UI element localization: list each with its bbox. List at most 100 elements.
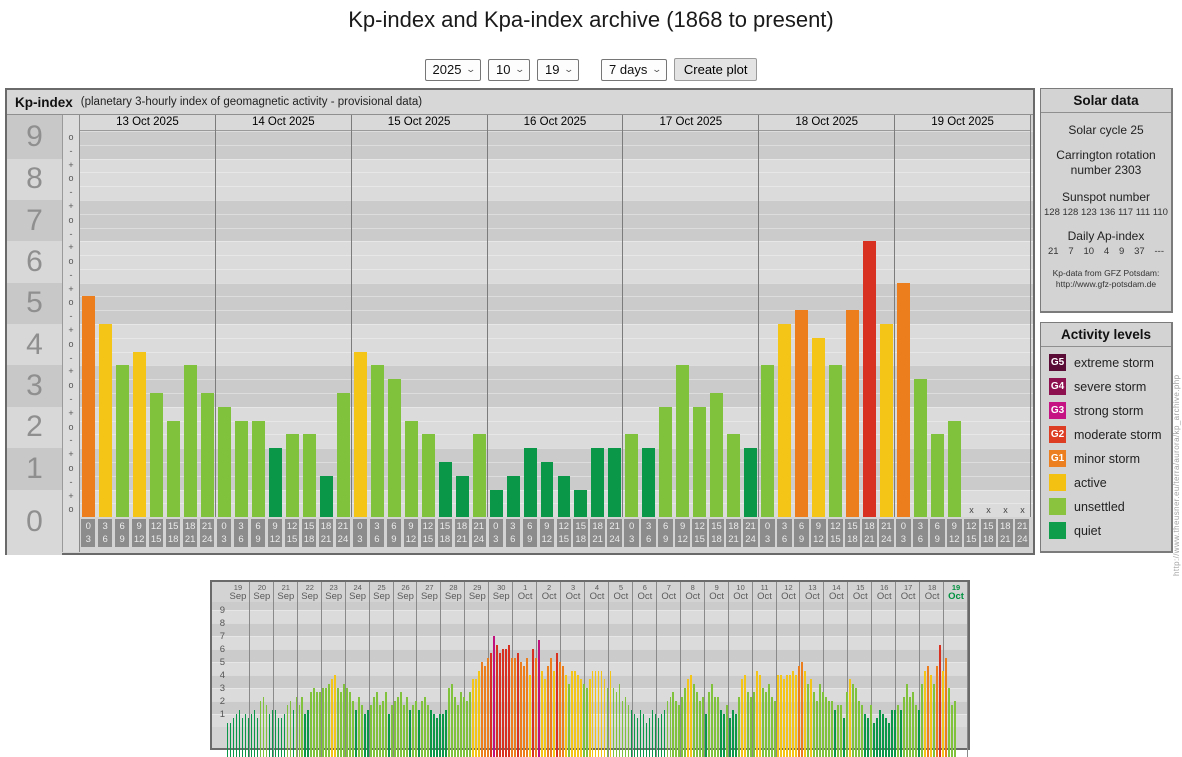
hour-slot-label: 36 xyxy=(98,519,112,547)
mini-kp-bar xyxy=(897,705,899,757)
mini-kp-bar xyxy=(705,714,707,757)
mini-date-label: 9Oct xyxy=(705,584,729,602)
kp-bar xyxy=(116,365,129,517)
kp-bar xyxy=(846,310,859,517)
mini-kp-bar xyxy=(568,684,570,757)
kp-bar xyxy=(99,324,112,517)
mini-date-label: 28Sep xyxy=(441,584,465,602)
mini-date-label: 16Oct xyxy=(872,584,896,602)
date-label: 19 Oct 2025 xyxy=(895,115,1030,131)
mini-kp-bar xyxy=(843,718,845,757)
mini-date-label: 17Oct xyxy=(896,584,920,602)
y-axis-label: 5 xyxy=(7,283,62,324)
year-select[interactable]: 2025 ⌄ xyxy=(425,59,481,81)
create-plot-button[interactable]: Create plot xyxy=(674,58,758,81)
solar-data-title: Solar data xyxy=(1041,89,1171,113)
mini-date-label: 27Sep xyxy=(417,584,441,602)
mini-kp-bar xyxy=(281,718,283,757)
mini-kp-bar xyxy=(604,679,606,757)
watermark-url: http://www.theusner.eu/terra/aurora/kp_a… xyxy=(1172,325,1181,625)
kp-y-axis-subticks: o-+o-+o-+o-+o-+o-+o-+o-+o-+o xyxy=(62,115,80,552)
legend-label: moderate storm xyxy=(1074,428,1162,442)
kp-bar xyxy=(812,338,825,517)
mini-kp-bar xyxy=(882,714,884,757)
y-axis-subtick: o xyxy=(63,379,79,393)
month-select-value: 10 xyxy=(496,62,510,77)
mini-kp-bar xyxy=(753,692,755,757)
mini-date-label: 2Oct xyxy=(537,584,561,602)
mini-kp-bar xyxy=(951,705,953,757)
mini-kp-bar xyxy=(523,666,525,757)
y-axis-label: 0 xyxy=(7,490,62,556)
legend-row: unsettled xyxy=(1049,498,1171,515)
kp-bar xyxy=(320,476,333,517)
kp-bar xyxy=(659,407,672,517)
mini-date-label: 10Oct xyxy=(729,584,753,602)
kp-bar xyxy=(354,352,367,517)
day-select[interactable]: 19 ⌄ xyxy=(537,59,579,81)
hour-slot-label: 03 xyxy=(217,519,231,547)
legend-label: minor storm xyxy=(1074,452,1140,466)
mini-kp-bar xyxy=(278,718,280,757)
hour-slot-label: 69 xyxy=(115,519,129,547)
mini-kp-bar xyxy=(903,697,905,757)
mini-kp-bar xyxy=(670,697,672,757)
mini-kp-bar xyxy=(586,688,588,757)
mini-date-label: 25Sep xyxy=(370,584,394,602)
y-axis-label: 3 xyxy=(7,365,62,406)
mini-kp-bar xyxy=(948,688,950,757)
month-select[interactable]: 10 ⌄ xyxy=(488,59,530,81)
legend-row: G3strong storm xyxy=(1049,402,1171,419)
hour-slot-label: 1821 xyxy=(862,519,876,547)
mini-kp-bar xyxy=(589,679,591,757)
mini-kp-bar xyxy=(352,701,354,757)
y-axis-label: 8 xyxy=(7,159,62,200)
hour-slot-label: 36 xyxy=(641,519,655,547)
mini-y-axis-label: 7 xyxy=(213,631,225,642)
mini-kp-bar xyxy=(475,679,477,757)
hour-slot-label: 03 xyxy=(896,519,910,547)
date-label: 14 Oct 2025 xyxy=(216,115,351,131)
mini-date-label: 1Oct xyxy=(513,584,537,602)
hour-slot-label: 912 xyxy=(811,519,825,547)
mini-y-axis-label: 1 xyxy=(213,709,225,720)
kp-bar xyxy=(167,421,180,518)
y-axis-subtick: o xyxy=(63,255,79,269)
mini-kp-bar xyxy=(813,692,815,757)
mini-date-label: 21Sep xyxy=(274,584,298,602)
hour-slot-label: 69 xyxy=(794,519,808,547)
mini-y-axis-label: 2 xyxy=(213,696,225,707)
mini-kp-bar xyxy=(574,671,576,757)
date-label: 18 Oct 2025 xyxy=(759,115,894,131)
mini-kp-bar xyxy=(714,697,716,757)
hour-slot-label: 2124 xyxy=(336,519,350,547)
mini-kp-bar xyxy=(696,692,698,757)
hour-slot-label: 03 xyxy=(624,519,638,547)
kp-bar xyxy=(608,448,621,517)
mini-kp-bar xyxy=(643,714,645,757)
solar-cycle-text: Solar cycle 25 xyxy=(1041,123,1171,137)
ap-value: 9 xyxy=(1119,246,1124,257)
mini-kp-bar xyxy=(855,688,857,757)
y-axis-label: 1 xyxy=(7,448,62,489)
y-axis-label: 9 xyxy=(7,115,62,159)
y-axis-subtick: - xyxy=(63,310,79,324)
mini-date-label: 30Sep xyxy=(489,584,513,602)
mini-kp-bar xyxy=(804,671,806,757)
mini-kp-bar xyxy=(508,645,510,757)
mini-kp-bar xyxy=(403,705,405,757)
mini-kp-bar xyxy=(385,692,387,757)
missing-data-marker: x xyxy=(963,505,980,515)
mini-kp-bar xyxy=(328,684,330,757)
hour-slot-label: 03 xyxy=(760,519,774,547)
kp-bar xyxy=(150,393,163,517)
range-select[interactable]: 7 days ⌄ xyxy=(601,59,667,81)
hour-slot-label: 2124 xyxy=(472,519,486,547)
date-label: 17 Oct 2025 xyxy=(623,115,758,131)
kp-bar xyxy=(863,241,876,517)
kp-bar xyxy=(252,421,265,518)
kp-source-text: Kp-data from GFZ Potsdam: http://www.gfz… xyxy=(1041,268,1171,290)
mini-kp-bar xyxy=(382,701,384,757)
mini-kp-bar xyxy=(837,705,839,757)
mini-kp-bar xyxy=(810,679,812,757)
